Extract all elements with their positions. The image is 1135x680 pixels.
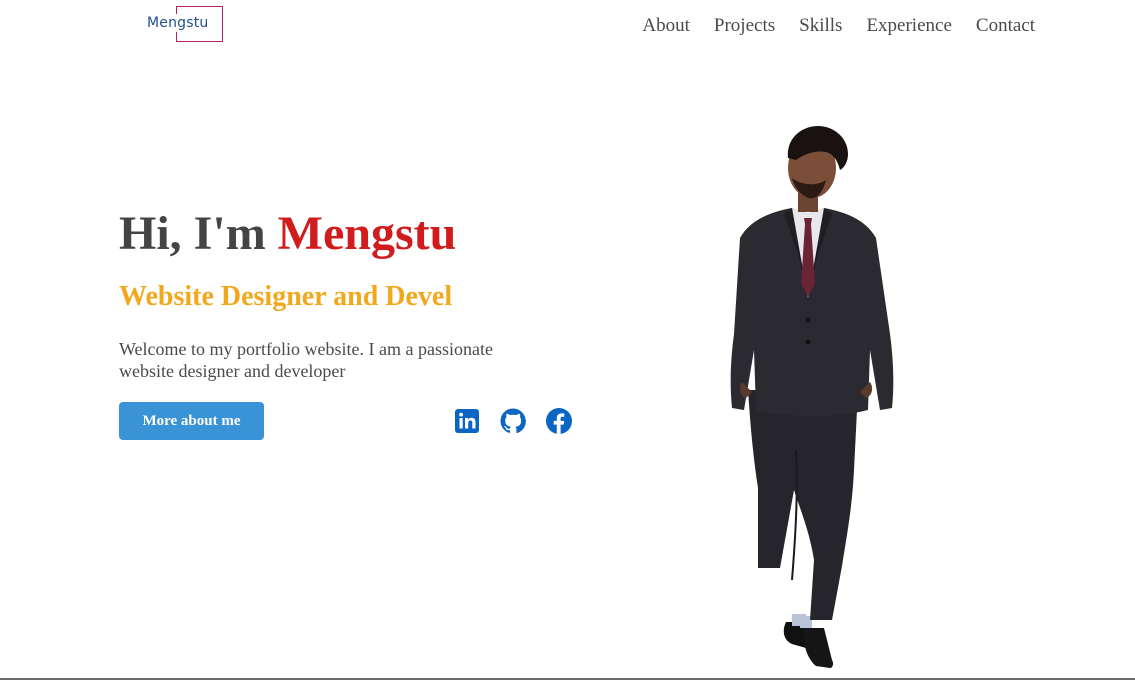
hero-subtitle: Website Designer and Devel bbox=[119, 281, 453, 312]
linkedin-link[interactable] bbox=[453, 407, 481, 435]
more-about-me-button[interactable]: More about me bbox=[119, 402, 264, 440]
github-icon bbox=[500, 408, 526, 434]
logo[interactable]: Mengstu bbox=[146, 6, 226, 46]
logo-text: Mengstu bbox=[147, 15, 209, 31]
nav-link-skills[interactable]: Skills bbox=[799, 14, 842, 38]
nav-link-projects[interactable]: Projects bbox=[714, 14, 775, 38]
linkedin-icon bbox=[455, 409, 479, 433]
github-link[interactable] bbox=[499, 407, 527, 435]
portrait-image bbox=[730, 126, 894, 668]
portfolio-page: Mengstu About Projects Skills Experience… bbox=[0, 0, 1135, 680]
hero-description: Welcome to my portfolio website. I am a … bbox=[119, 339, 493, 381]
hero-title: Hi, I'm Mengstu bbox=[119, 205, 456, 263]
facebook-icon bbox=[546, 408, 572, 434]
nav-link-about[interactable]: About bbox=[642, 14, 690, 38]
facebook-link[interactable] bbox=[545, 407, 573, 435]
nav-link-contact[interactable]: Contact bbox=[976, 14, 1035, 38]
nav-link-experience[interactable]: Experience bbox=[866, 14, 951, 38]
hero-greeting: Hi, I'm bbox=[119, 207, 278, 260]
main-nav: About Projects Skills Experience Contact bbox=[642, 14, 1035, 38]
hero-name: Mengstu bbox=[277, 207, 457, 260]
social-links bbox=[453, 407, 573, 435]
